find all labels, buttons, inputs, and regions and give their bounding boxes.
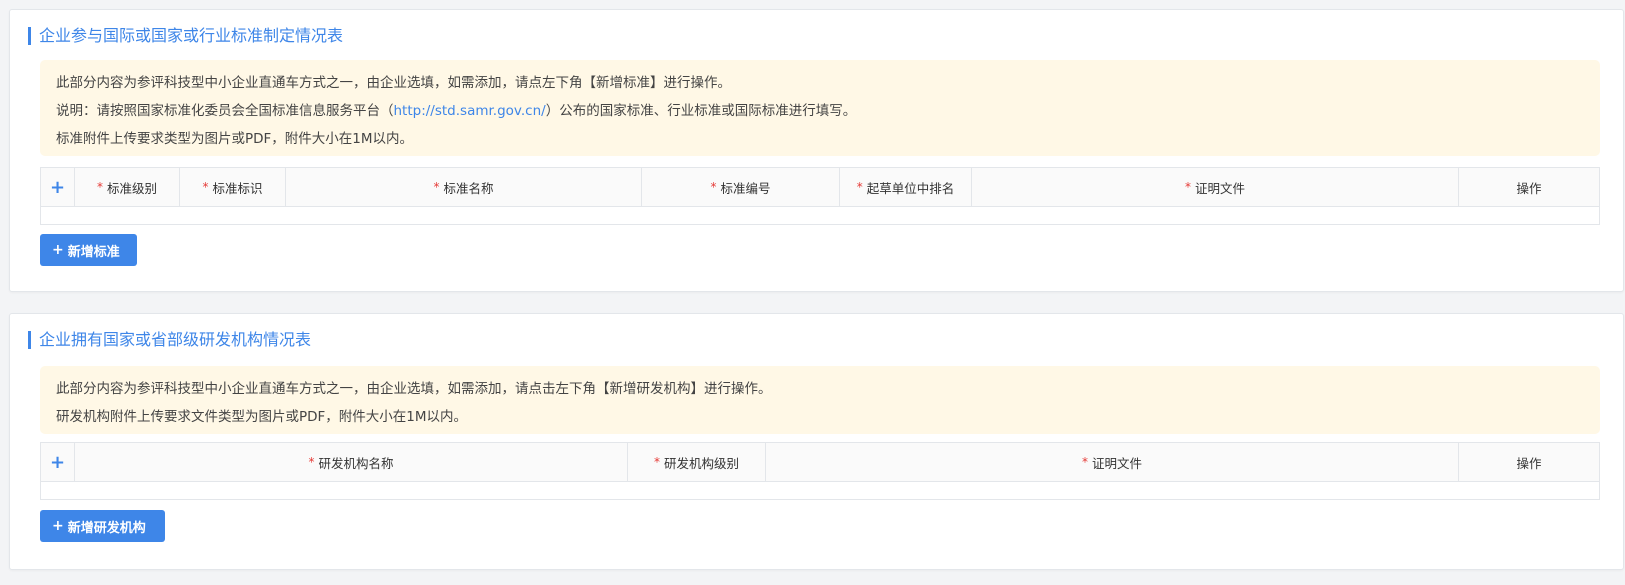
column-label: 证明文件 — [1194, 180, 1245, 196]
column-label: 标准编号 — [720, 180, 771, 196]
notice-line: 标准附件上传要求类型为图片或PDF，附件大小在1M以内。 — [56, 131, 414, 147]
column-header: * 证明文件 — [972, 168, 1459, 206]
column-header: * 研发机构级别 — [628, 443, 766, 481]
button-label: 新增标准 — [67, 244, 120, 260]
notice-line: 研发机构附件上传要求文件类型为图片或PDF，附件大小在1M以内。 — [56, 409, 468, 425]
column-header: * 标准标识 — [180, 168, 286, 206]
required-mark: * — [202, 180, 209, 194]
column-label: 标准标识 — [212, 180, 263, 196]
standards-section: 企业参与国际或国家或行业标准制定情况表 此部分内容为参评科技型中小企业直通车方式… — [9, 9, 1624, 292]
required-mark: * — [710, 180, 717, 194]
required-mark: * — [433, 180, 440, 194]
column-label: 标准名称 — [443, 180, 494, 196]
add-standard-button[interactable]: + 新增标准 — [40, 234, 137, 266]
column-header: * 标准名称 — [286, 168, 642, 206]
rd-institution-section: 企业拥有国家或省部级研发机构情况表 此部分内容为参评科技型中小企业直通车方式之一… — [9, 313, 1624, 570]
required-mark: * — [308, 455, 315, 469]
rd-institution-table: + * 研发机构名称 * 研发机构级别 * 证明文件 操作 — [40, 442, 1600, 500]
section-title: 企业参与国际或国家或行业标准制定情况表 — [28, 26, 343, 46]
required-mark: * — [1184, 180, 1191, 194]
column-header: * 研发机构名称 — [75, 443, 628, 481]
required-mark: * — [856, 180, 863, 194]
column-label: 操作 — [1516, 180, 1542, 196]
section-title: 企业拥有国家或省部级研发机构情况表 — [28, 330, 311, 350]
column-header: * 标准级别 — [75, 168, 180, 206]
plus-icon: + — [52, 518, 64, 534]
plus-icon: + — [52, 242, 64, 258]
notice-line: 说明：请按照国家标准化委员会全国标准信息服务平台（http://std.samr… — [56, 97, 1584, 125]
column-header: * 证明文件 — [766, 443, 1459, 481]
column-header: * 起草单位中排名 — [840, 168, 972, 206]
column-header: 操作 — [1459, 443, 1599, 481]
button-label: 新增研发机构 — [67, 520, 146, 536]
column-label: 操作 — [1516, 455, 1542, 471]
notice-text: ）公布的国家标准、行业标准或国际标准进行填写。 — [545, 103, 857, 119]
column-label: 起草单位中排名 — [866, 180, 955, 196]
column-label: 证明文件 — [1091, 455, 1142, 471]
required-mark: * — [1081, 455, 1088, 469]
add-row-icon[interactable]: + — [41, 443, 75, 481]
table-header: + * 标准级别 * 标准标识 * 标准名称 * 标准编号 * 起草单位中排名 * 证明文件… — [41, 168, 1599, 207]
column-label: 标准级别 — [106, 180, 157, 196]
add-row-icon[interactable]: + — [41, 168, 75, 206]
column-label: 研发机构级别 — [663, 455, 739, 471]
column-header: * 标准编号 — [642, 168, 840, 206]
platform-link[interactable]: http://std.samr.gov.cn/ — [394, 103, 546, 119]
add-rd-institution-button[interactable]: + 新增研发机构 — [40, 510, 165, 542]
notice-line: 此部分内容为参评科技型中小企业直通车方式之一，由企业选填，如需添加，请点左下角【… — [56, 75, 731, 91]
notice-text: 说明：请按照国家标准化委员会全国标准信息服务平台（ — [56, 103, 394, 119]
notice-line: 此部分内容为参评科技型中小企业直通车方式之一，由企业选填，如需添加，请点击左下角… — [56, 381, 772, 397]
column-header: 操作 — [1459, 168, 1599, 206]
notice-box: 此部分内容为参评科技型中小企业直通车方式之一，由企业选填，如需添加，请点左下角【… — [40, 60, 1600, 156]
notice-box: 此部分内容为参评科技型中小企业直通车方式之一，由企业选填，如需添加，请点击左下角… — [40, 366, 1600, 434]
required-mark: * — [653, 455, 660, 469]
standards-table: + * 标准级别 * 标准标识 * 标准名称 * 标准编号 * 起草单位中排名 * 证明文件… — [40, 167, 1600, 225]
column-label: 研发机构名称 — [318, 455, 394, 471]
table-header: + * 研发机构名称 * 研发机构级别 * 证明文件 操作 — [41, 443, 1599, 482]
required-mark: * — [96, 180, 103, 194]
